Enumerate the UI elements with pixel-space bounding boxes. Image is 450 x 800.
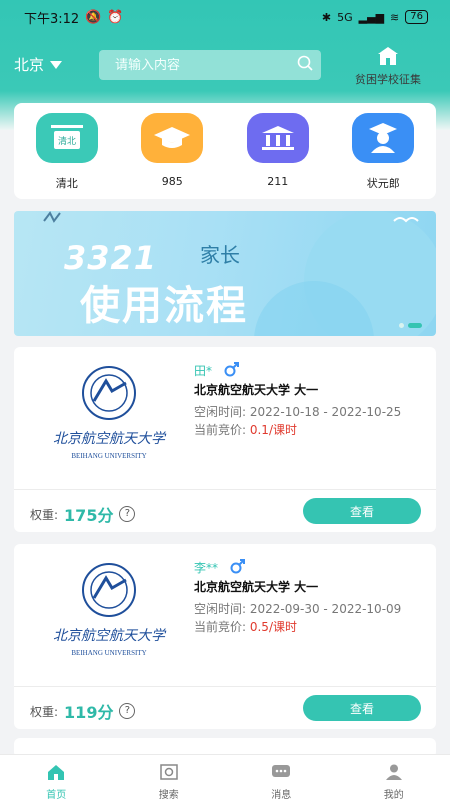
city-label: 北京 [14, 56, 45, 74]
logo-cn-text: 北京航空航天大学 [53, 628, 167, 644]
category-grid: 清北 清北 985 211 状元郎 [14, 103, 436, 199]
bid-label: 当前竞价: [194, 423, 250, 437]
weight-row: 权重: 119分 ? [30, 699, 136, 723]
free-time-label: 空闲时间: [194, 602, 250, 616]
tab-label: 消息 [271, 790, 292, 800]
tutor-school: 北京航空航天大学 大一 [194, 383, 319, 397]
signal-icon: ▂▄▆ [358, 10, 385, 24]
graduation-cap-icon [141, 113, 204, 163]
tutor-name: 田* [194, 364, 213, 378]
free-time-row: 空闲时间: 2022-10-18 - 2022-10-25 [194, 403, 401, 420]
university-logo: 北京航空航天大学 BEIHANG UNIVERSITY [34, 365, 184, 465]
category-985[interactable]: 985 [132, 113, 212, 199]
carousel-dots [399, 323, 422, 328]
scholar-icon [352, 113, 415, 163]
battery-indicator: 76 [405, 10, 428, 24]
tab-search[interactable]: 搜索 [113, 755, 226, 800]
help-icon[interactable]: ? [119, 703, 136, 719]
top-bar: 北京 贫困学校征集 [0, 46, 450, 86]
bottom-nav: 首页 搜索 消息 我的 [0, 754, 450, 800]
male-icon [230, 558, 246, 577]
search-icon[interactable] [297, 55, 313, 75]
status-bar: 下午3:12 🔕 ⏰ ✱ 5G ▂▄▆ ≋ 76 [0, 0, 450, 34]
tab-label: 搜索 [158, 790, 179, 800]
wifi-icon: ≋ [390, 10, 400, 24]
weight-value: 175分 [64, 506, 114, 525]
category-label: 985 [161, 175, 183, 188]
tutor-name: 李** [194, 561, 219, 575]
home-icon [0, 763, 113, 784]
logo-cn-text: 北京航空航天大学 [53, 431, 167, 447]
tab-messages[interactable]: 消息 [225, 755, 338, 800]
qingbei-icon: 清北 [35, 113, 98, 163]
search-box[interactable] [99, 50, 321, 80]
tutor-card[interactable]: 北京航空航天大学 BEIHANG UNIVERSITY 李** 北京航空航天大学… [14, 544, 436, 729]
bid-row: 当前竞价: 0.1/课时 [194, 421, 297, 438]
card-divider [14, 686, 436, 687]
bid-value: 0.5/课时 [249, 620, 297, 634]
tutor-name-row: 李** [194, 558, 246, 577]
bluetooth-icon: ✱ [321, 10, 332, 24]
logo-en-text: BEIHANG UNIVERSITY [71, 649, 146, 657]
banner-subtitle: 家长 [200, 243, 240, 267]
free-time-value: 2022-09-30 - 2022-10-09 [249, 602, 402, 616]
search-input[interactable] [99, 57, 285, 73]
tutor-card[interactable]: 北京航空航天大学 BEIHANG UNIVERSITY 田* 北京航空航天大学 … [14, 347, 436, 532]
university-logo: 北京航空航天大学 BEIHANG UNIVERSITY [34, 562, 184, 662]
banner-number: 3321 [64, 239, 158, 277]
school-icon [348, 46, 428, 69]
bid-row: 当前竞价: 0.5/课时 [194, 618, 297, 635]
carousel-dot[interactable] [399, 323, 404, 328]
bid-label: 当前竞价: [194, 620, 250, 634]
logo-en-text: BEIHANG UNIVERSITY [71, 452, 146, 460]
category-zhuangyuanlang[interactable]: 状元郎 [343, 113, 423, 199]
help-icon[interactable]: ? [119, 506, 136, 522]
alarm-icon: ⏰ [107, 9, 124, 25]
tab-label: 我的 [383, 790, 404, 800]
weight-value: 119分 [64, 703, 114, 722]
category-label: 状元郎 [366, 177, 400, 190]
banner[interactable]: 3321 家长 使用流程 [14, 211, 436, 336]
weight-label: 权重: [30, 704, 59, 719]
free-time-label: 空闲时间: [194, 405, 250, 419]
category-label: 211 [267, 175, 289, 188]
scan-icon [113, 763, 226, 784]
weight-label: 权重: [30, 507, 59, 522]
mute-icon: 🔕 [85, 9, 102, 25]
weight-row: 权重: 175分 ? [30, 502, 136, 526]
tutor-name-row: 田* [194, 361, 240, 380]
institution-icon [246, 113, 309, 163]
message-icon [225, 763, 338, 784]
free-time-value: 2022-10-18 - 2022-10-25 [249, 405, 402, 419]
category-211[interactable]: 211 [238, 113, 318, 199]
bid-value: 0.1/课时 [249, 423, 297, 437]
tab-home[interactable]: 首页 [0, 755, 113, 800]
category-label: 清北 [55, 177, 78, 190]
dropdown-triangle-icon [50, 60, 63, 69]
tab-profile[interactable]: 我的 [338, 755, 450, 800]
tutor-school: 北京航空航天大学 大一 [194, 580, 319, 594]
free-time-row: 空闲时间: 2022-09-30 - 2022-10-09 [194, 600, 401, 617]
city-selector[interactable]: 北京 [14, 54, 63, 75]
campaign-link[interactable]: 贫困学校征集 [348, 46, 428, 87]
view-button[interactable]: 查看 [303, 695, 421, 721]
carousel-dot-active[interactable] [408, 323, 422, 328]
status-time: 下午3:12 [24, 11, 80, 27]
campaign-label: 贫困学校征集 [355, 73, 421, 86]
user-icon [338, 763, 450, 784]
category-qingbei[interactable]: 清北 清北 [27, 113, 107, 199]
tab-label: 首页 [46, 790, 67, 800]
male-icon [224, 361, 240, 380]
signal-label: 5G [337, 10, 353, 24]
qingbei-icon-text: 清北 [58, 135, 76, 147]
view-button[interactable]: 查看 [303, 498, 421, 524]
banner-title: 使用流程 [80, 283, 248, 329]
card-divider [14, 489, 436, 490]
